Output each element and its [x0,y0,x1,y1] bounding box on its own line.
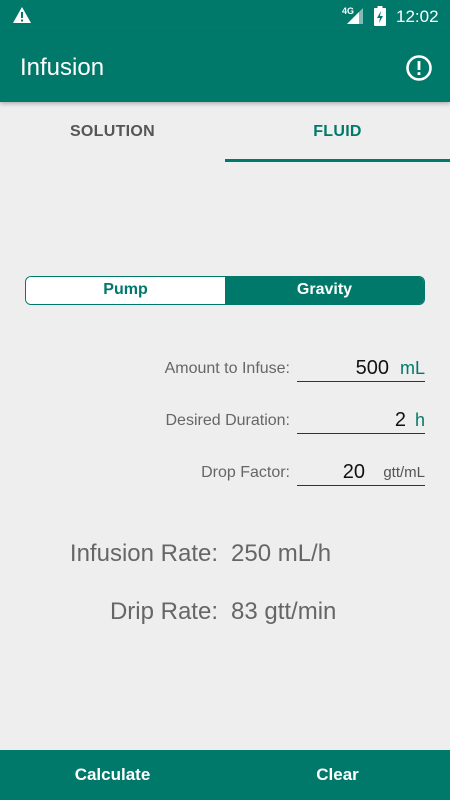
tab-fluid[interactable]: FLUID [225,102,450,162]
pump-option[interactable]: Pump [26,277,225,304]
amount-row: Amount to Infuse: 500 mL [0,354,450,384]
drop-factor-label: Drop Factor: [201,464,290,481]
duration-label: Desired Duration: [165,412,291,429]
gravity-option[interactable]: Gravity [225,277,424,304]
amount-field[interactable]: 500 mL [297,354,425,382]
status-bar: 4G 12:02 [0,0,450,32]
infusion-rate-label: Infusion Rate: [69,540,218,567]
drop-factor-value[interactable]: 20 [343,461,365,484]
duration-unit: h [414,410,425,430]
signal-icon [347,8,363,24]
infusion-rate-row: Infusion Rate: 250 mL/h [0,540,450,570]
tab-solution[interactable]: SOLUTION [0,102,225,162]
battery-icon [374,6,386,26]
tab-indicator [225,159,450,162]
amount-value[interactable]: 500 [356,357,389,380]
drop-factor-field[interactable]: 20 gtt/mL [297,458,425,486]
duration-value[interactable]: 2 [395,409,406,432]
amount-label: Amount to Infuse: [164,360,290,377]
clock-time: 12:02 [396,7,439,26]
duration-field[interactable]: 2 h [297,406,425,434]
duration-row: Desired Duration: 2 h [0,406,450,436]
drop-factor-unit: gtt/mL [383,464,425,481]
warning-icon [13,7,31,23]
bottom-action-bar: Calculate Clear [0,750,450,800]
drip-rate-label: Drip Rate: [109,598,218,625]
app-bar: Infusion [0,32,450,102]
app-title: Infusion [20,54,105,81]
drip-rate-row: Drip Rate: 83 gtt/min [0,598,450,628]
drip-rate-value: 83 gtt/min [231,598,337,625]
info-icon[interactable] [405,54,433,82]
amount-unit: mL [399,358,425,378]
tab-bar: SOLUTION FLUID [0,102,450,162]
calculate-button[interactable]: Calculate [0,750,225,800]
drop-factor-row: Drop Factor: 20 gtt/mL [0,458,450,488]
clear-button[interactable]: Clear [225,750,450,800]
mode-toggle: Pump Gravity [25,276,425,305]
infusion-rate-value: 250 mL/h [231,540,332,567]
